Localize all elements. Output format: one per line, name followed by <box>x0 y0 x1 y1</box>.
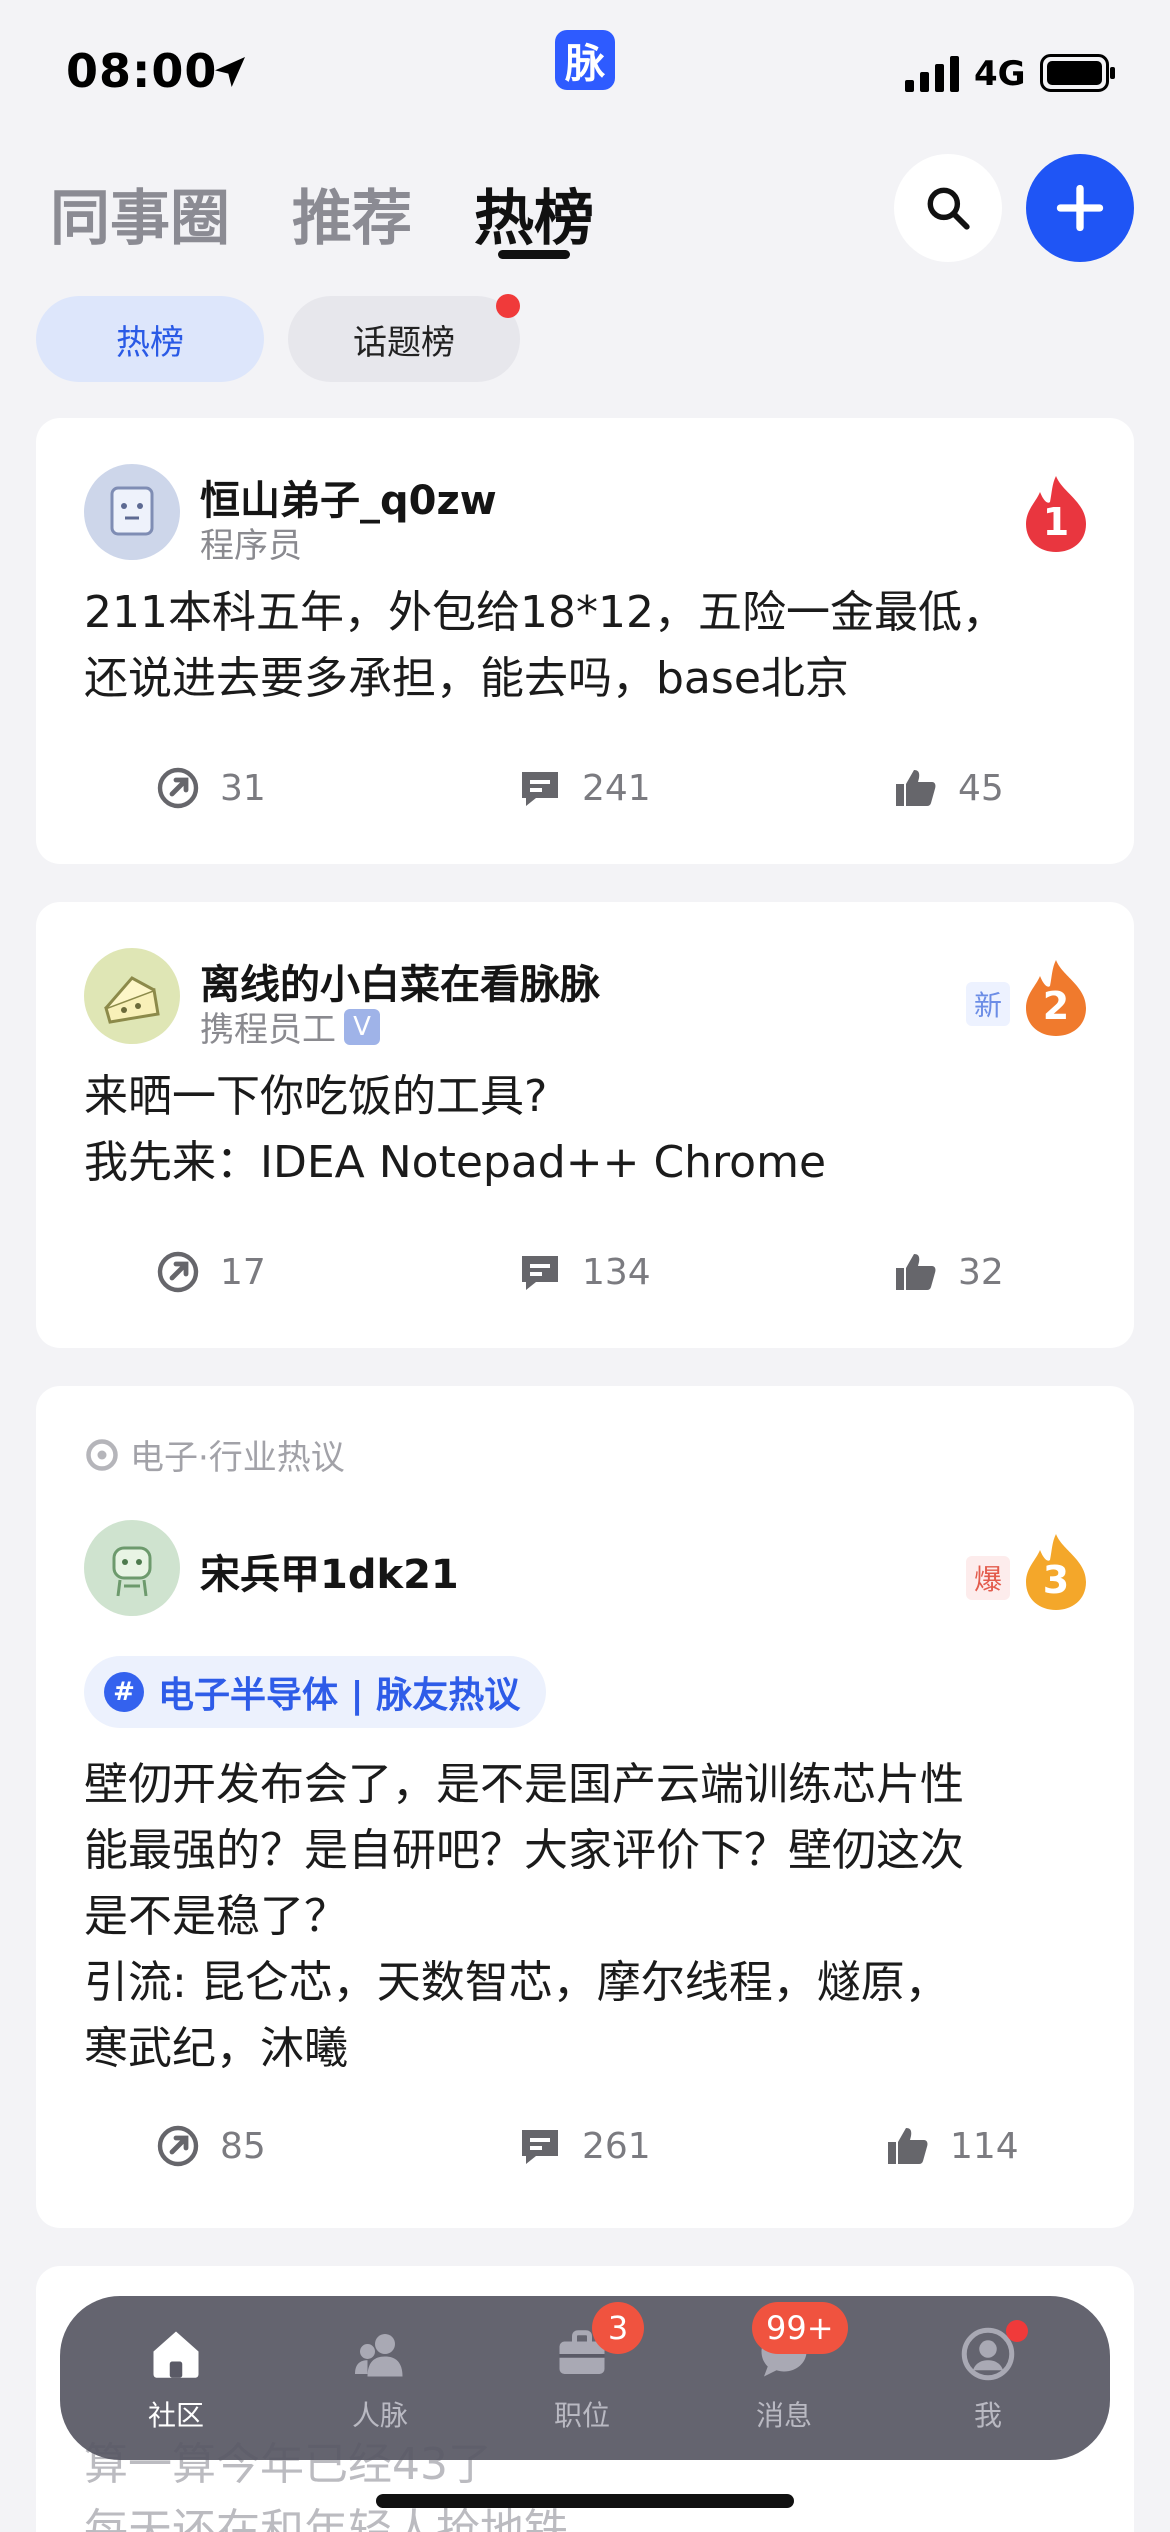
jobs-badge: 3 <box>592 2302 644 2354</box>
tab-colleague-circle[interactable]: 同事圈 <box>50 170 230 257</box>
home-indicator[interactable] <box>376 2494 794 2508</box>
comment-button[interactable]: 261 <box>516 2122 651 2170</box>
post-card[interactable]: 恒山弟子_q0zw 程序员 1 211本科五年，外包给18*12，五险一金最低，… <box>36 418 1134 864</box>
avatar-robot-icon <box>84 1520 180 1616</box>
contacts-icon <box>355 2334 403 2377</box>
author-title: 程序员 <box>200 518 302 567</box>
search-button[interactable] <box>894 154 1002 262</box>
rank-badge: 3 <box>1022 1532 1090 1612</box>
signal-icon <box>905 56 959 92</box>
sub-tabs: 热榜 话题榜 <box>36 294 1136 382</box>
rank-badge: 2 <box>1022 958 1090 1038</box>
post-content[interactable]: 来晒一下你吃饭的工具? 我先来：IDEA Notepad++ Chrome <box>84 1064 1094 1196</box>
plus-icon <box>1056 184 1104 232</box>
comment-count: 261 <box>582 2125 651 2167</box>
comment-count: 134 <box>582 1251 651 1293</box>
comment-icon <box>522 772 558 806</box>
subtab-hot-list[interactable]: 热榜 <box>36 296 264 382</box>
rank-number: 2 <box>1042 984 1070 1028</box>
like-count: 45 <box>958 767 1004 809</box>
profile-indicator-dot <box>1006 2320 1028 2342</box>
avatar[interactable] <box>84 1520 180 1616</box>
post-content[interactable]: 211本科五年，外包给18*12，五险一金最低， 还说进去要多承担，能去吗，ba… <box>84 580 1094 712</box>
thumbs-up-icon <box>888 2128 928 2164</box>
nav-community[interactable]: 社区 <box>106 2324 246 2444</box>
nav-label: 消息 <box>755 2399 812 2432</box>
hot-tag: 爆 <box>966 1556 1010 1600</box>
share-button[interactable]: 17 <box>154 1248 266 1296</box>
new-tag: 新 <box>966 982 1010 1026</box>
circle-icon <box>86 1438 118 1471</box>
post-stats: 85 261 114 <box>36 2122 1134 2182</box>
comment-count: 241 <box>582 767 651 809</box>
like-count: 114 <box>950 2125 1019 2167</box>
verified-icon: V <box>344 1008 380 1045</box>
share-icon <box>157 2125 199 2167</box>
post-card[interactable]: 电子·行业热议 宋兵甲1dk21 爆 3 # 电子半导体 | 脉友热议 壁仞开发… <box>36 1386 1134 2228</box>
share-count: 85 <box>220 2125 266 2167</box>
tab-hot-list[interactable]: 热榜 <box>474 170 594 257</box>
bottom-navigation: 社区 人脉 职位 3 消息 99+ 我 <box>60 2296 1110 2460</box>
post-card[interactable]: 离线的小白菜在看脉脉 携程员工 V 新 2 来晒一下你吃饭的工具? 我先来：ID… <box>36 902 1134 1348</box>
post-stats: 17 134 32 <box>36 1248 1134 1308</box>
author-title-text: 程序员 <box>200 526 302 566</box>
thumbs-up-icon <box>896 770 936 806</box>
comment-icon <box>522 1256 558 1290</box>
rank-number: 1 <box>1042 500 1070 544</box>
like-count: 32 <box>958 1251 1004 1293</box>
messages-badge: 99+ <box>752 2302 848 2354</box>
topic-chip-label: 电子半导体 | 脉友热议 <box>158 1675 521 1716</box>
nav-label: 职位 <box>553 2399 610 2432</box>
nav-label: 社区 <box>147 2399 204 2432</box>
share-button[interactable]: 85 <box>154 2122 266 2170</box>
comment-button[interactable]: 241 <box>516 764 651 812</box>
comment-icon <box>522 2130 558 2164</box>
post-content[interactable]: 壁仞开发布会了，是不是国产云端训练芯片性 能最强的？是自研吧？大家评价下？壁仞这… <box>84 1752 1094 2082</box>
home-icon <box>153 2331 199 2378</box>
create-post-button[interactable] <box>1026 154 1134 262</box>
share-count: 17 <box>220 1251 266 1293</box>
hashtag-icon: # <box>104 1672 144 1712</box>
rank-badge: 1 <box>1022 474 1090 554</box>
nav-contacts[interactable]: 人脉 <box>310 2324 450 2444</box>
search-icon <box>927 187 970 230</box>
app-logo: 脉 <box>555 30 615 90</box>
like-button[interactable]: 32 <box>892 1248 1004 1296</box>
nav-messages[interactable]: 消息 99+ <box>714 2302 854 2444</box>
nav-label: 人脉 <box>351 2399 408 2432</box>
circle-label-text: 电子·行业热议 <box>130 1438 345 1478</box>
avatar[interactable] <box>84 948 180 1044</box>
location-arrow-icon <box>215 57 245 87</box>
like-button[interactable]: 114 <box>884 2122 1019 2170</box>
battery-icon <box>1040 54 1115 92</box>
rank-number: 3 <box>1042 1558 1070 1602</box>
subtab-topic-list[interactable]: 话题榜 <box>288 296 520 382</box>
share-button[interactable]: 31 <box>154 764 266 812</box>
thumbs-up-icon <box>896 1254 936 1290</box>
nav-label: 我 <box>973 2399 1002 2432</box>
topic-chip[interactable]: # 电子半导体 | 脉友热议 <box>84 1656 547 1728</box>
share-count: 31 <box>220 767 266 809</box>
author-name[interactable]: 宋兵甲1dk21 <box>200 1542 459 1600</box>
status-bar: 08:00 脉 4G <box>0 0 1170 140</box>
post-stats: 31 241 45 <box>36 764 1134 824</box>
author-title: 携程员工 V <box>200 1002 380 1051</box>
active-tab-indicator <box>498 250 570 259</box>
circle-label[interactable]: 电子·行业热议 <box>84 1430 345 1479</box>
nav-me[interactable]: 我 <box>918 2320 1058 2444</box>
network-type: 4G <box>974 54 1026 94</box>
author-title-text: 携程员工 <box>200 1010 336 1050</box>
share-icon <box>157 1251 199 1293</box>
avatar-robot-icon <box>84 464 180 560</box>
nav-jobs[interactable]: 职位 3 <box>512 2302 652 2444</box>
new-indicator-dot <box>496 294 520 318</box>
like-button[interactable]: 45 <box>892 764 1004 812</box>
tab-recommend[interactable]: 推荐 <box>292 170 412 257</box>
header: 同事圈 推荐 热榜 <box>0 150 1170 280</box>
status-time: 08:00 <box>66 44 218 98</box>
avatar[interactable] <box>84 464 180 560</box>
comment-button[interactable]: 134 <box>516 1248 651 1296</box>
share-icon <box>157 767 199 809</box>
avatar-cheese-icon <box>84 948 180 1044</box>
